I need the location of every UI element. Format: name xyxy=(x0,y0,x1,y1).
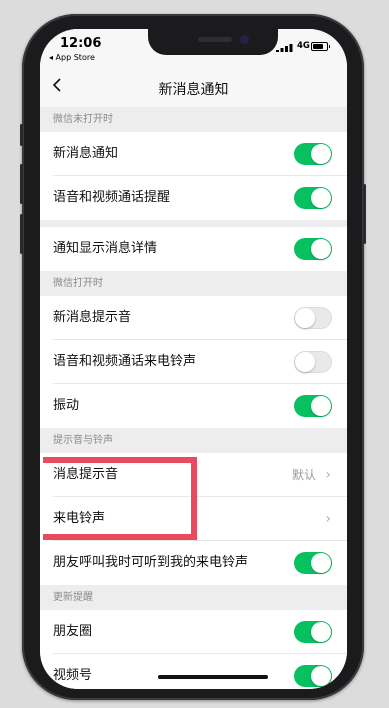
call-ringtone-row: 语音和视频通话来电铃声 xyxy=(40,340,347,384)
volume-down-button xyxy=(20,214,23,254)
chevron-right-icon: › xyxy=(325,511,331,527)
row-label: 语音和视频通话提醒 xyxy=(53,190,171,205)
network-type: 4G xyxy=(297,41,310,51)
chevron-right-icon: › xyxy=(325,467,331,483)
speaker-grille xyxy=(198,37,232,42)
row-label: 语音和视频通话来电铃声 xyxy=(53,354,197,369)
home-indicator[interactable] xyxy=(158,675,268,679)
signal-icon xyxy=(276,44,293,52)
back-to-app-link[interactable]: ◂ App Store xyxy=(49,53,95,62)
vibration-toggle[interactable] xyxy=(294,395,332,417)
section-title: 提示音与铃声 xyxy=(53,435,113,446)
channels-row: 视频号 xyxy=(40,654,347,689)
row-label: 新消息提示音 xyxy=(53,310,132,325)
message-sound-value: 默认 xyxy=(291,468,316,482)
call-ringtone-toggle[interactable] xyxy=(294,351,332,373)
moments-toggle[interactable] xyxy=(294,621,332,643)
navigation-bar: 新消息通知 xyxy=(40,69,347,107)
section-title: 微信打开时 xyxy=(53,278,103,289)
screen: 12:06 ◂ App Store 4G 新消息通知 微信未打开时 新消息通知 … xyxy=(40,29,347,689)
moments-row: 朋友圈 xyxy=(40,610,347,654)
new-message-notification-toggle[interactable] xyxy=(294,143,332,165)
show-message-details-row: 通知显示消息详情 xyxy=(40,227,347,271)
power-button xyxy=(363,184,366,244)
voice-video-call-alert-row: 语音和视频通话提醒 xyxy=(40,176,347,220)
battery-icon xyxy=(311,42,330,51)
notch xyxy=(148,29,278,55)
settings-list: 微信未打开时 新消息通知 语音和视频通话提醒 通知显示消息详情 微信打开时 新消… xyxy=(40,107,347,689)
row-label: 振动 xyxy=(53,398,80,413)
row-label: 新消息通知 xyxy=(53,146,119,161)
page-title: 新消息通知 xyxy=(158,82,229,98)
row-label: 朋友呼叫我时可听到我的来电铃声 xyxy=(53,555,249,570)
section-title: 更新提醒 xyxy=(53,592,93,603)
row-label: 朋友圈 xyxy=(53,624,93,639)
voice-video-call-alert-toggle[interactable] xyxy=(294,187,332,209)
vibration-row: 振动 xyxy=(40,384,347,428)
row-label: 视频号 xyxy=(53,668,93,683)
section-title: 微信未打开时 xyxy=(53,114,113,125)
channels-toggle[interactable] xyxy=(294,665,332,687)
friend-hears-ringtone-toggle[interactable] xyxy=(294,552,332,574)
friend-hears-ringtone-row: 朋友呼叫我时可听到我的来电铃声 xyxy=(40,541,347,585)
row-label: 通知显示消息详情 xyxy=(53,241,158,256)
new-message-sound-row: 新消息提示音 xyxy=(40,296,347,340)
show-message-details-toggle[interactable] xyxy=(294,238,332,260)
front-camera xyxy=(240,35,249,44)
volume-up-button xyxy=(20,164,23,204)
mute-switch xyxy=(20,124,23,146)
highlight-annotation-box xyxy=(43,457,197,540)
new-message-sound-toggle[interactable] xyxy=(294,307,332,329)
new-message-notification-row: 新消息通知 xyxy=(40,132,347,176)
status-time: 12:06 xyxy=(60,36,102,51)
